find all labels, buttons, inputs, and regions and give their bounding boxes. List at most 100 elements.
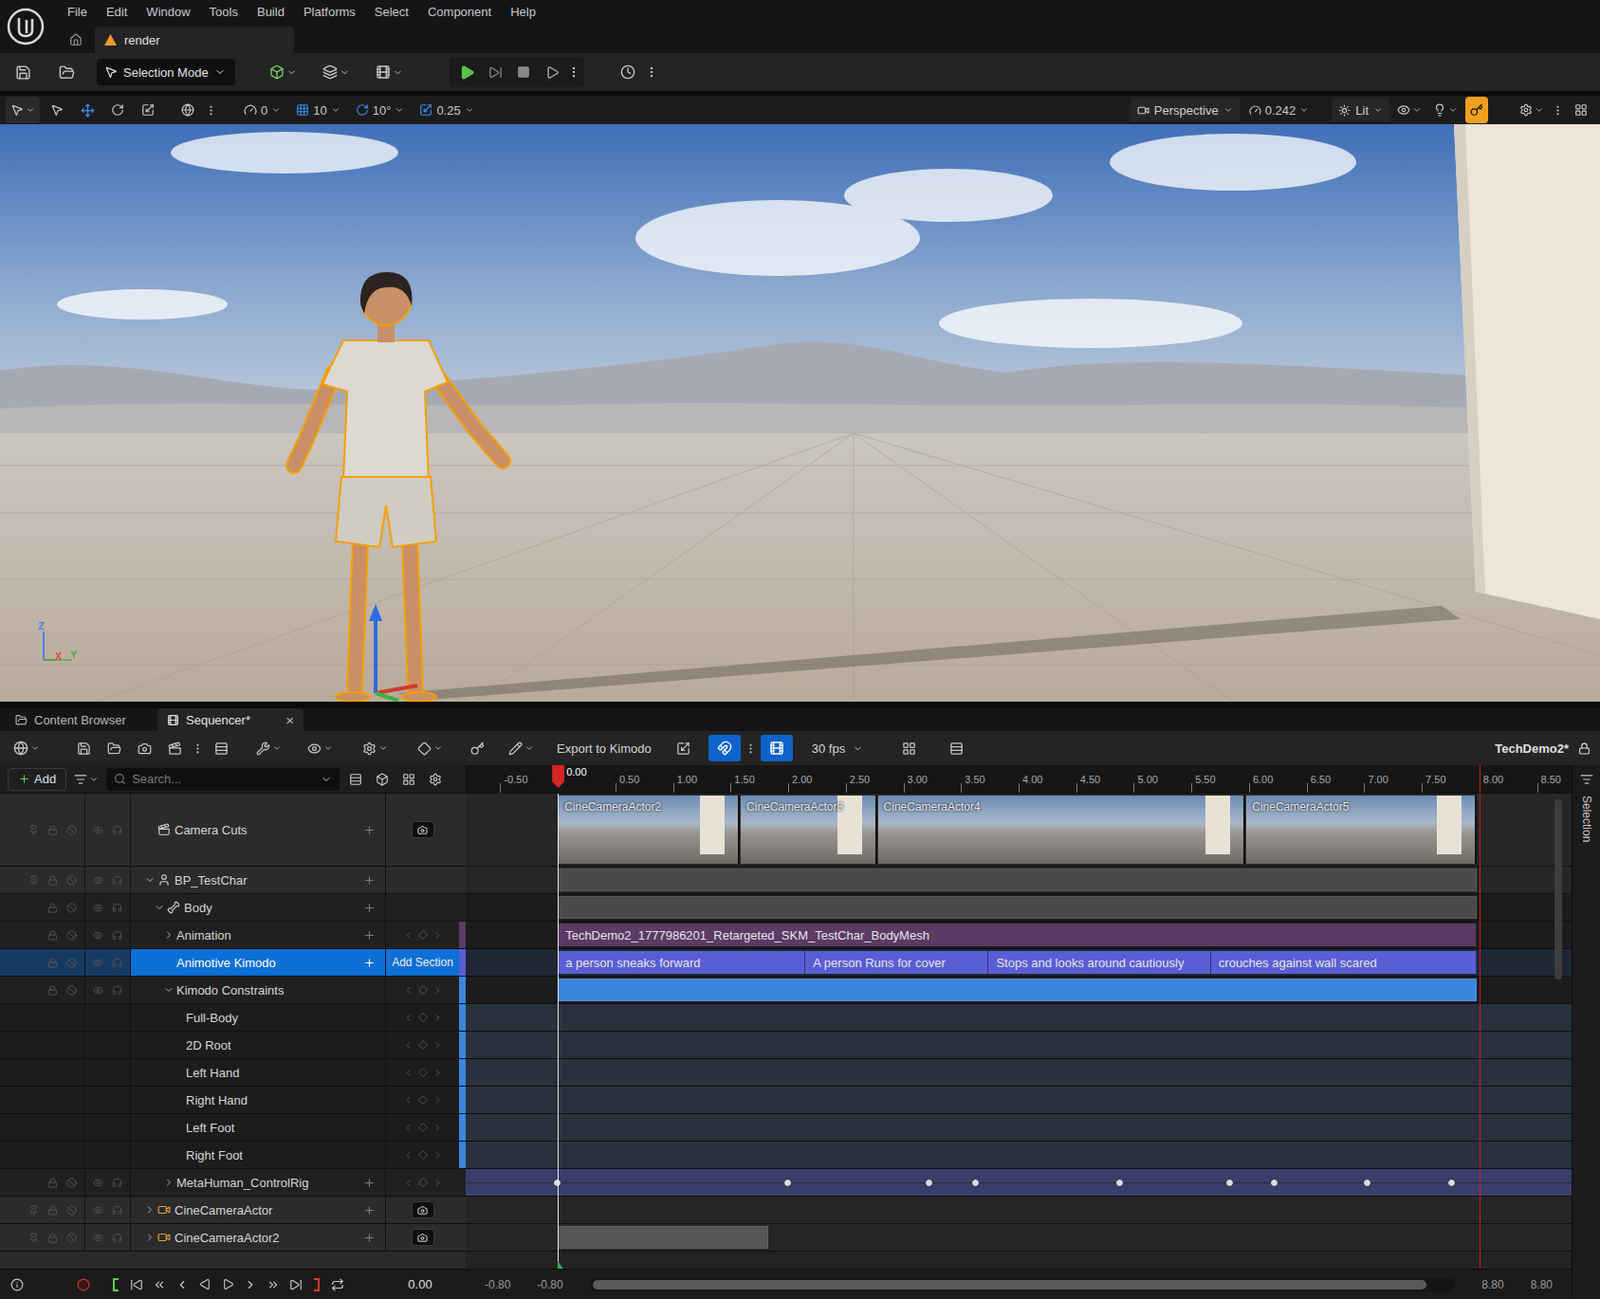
pin-icon[interactable] xyxy=(28,825,39,836)
track-row[interactable]: Full-Body xyxy=(0,1004,1572,1032)
collapse-arrow-icon[interactable] xyxy=(163,984,175,996)
next-key-icon[interactable] xyxy=(432,1122,443,1134)
lock-icon[interactable] xyxy=(47,825,58,836)
viewport-settings-button[interactable] xyxy=(1516,96,1547,124)
collapse-button[interactable] xyxy=(345,766,367,793)
view-end-field[interactable]: 8.80 xyxy=(1481,1278,1504,1292)
track-row[interactable]: CineCameraActor xyxy=(0,1196,1572,1225)
track-name-cell[interactable]: Full-Body xyxy=(130,1004,387,1031)
stop-button[interactable] xyxy=(510,58,537,86)
coordinate-space-button[interactable] xyxy=(174,96,202,124)
solo-icon[interactable] xyxy=(111,902,123,914)
layout-button[interactable] xyxy=(1567,96,1595,124)
previous-frame-button[interactable] xyxy=(172,1271,192,1299)
mute-icon[interactable] xyxy=(66,1232,77,1244)
auto-key-button[interactable] xyxy=(463,735,491,762)
world-button[interactable] xyxy=(9,735,44,762)
tab-close-button[interactable]: × xyxy=(285,712,295,729)
next-key-icon[interactable] xyxy=(432,1067,443,1079)
track-name-cell[interactable]: Right Foot xyxy=(130,1141,387,1169)
mode-select[interactable]: Selection Mode xyxy=(96,58,236,86)
eye-icon[interactable] xyxy=(92,1205,104,1216)
track-name-cell[interactable]: Animation xyxy=(130,921,387,949)
track-row[interactable]: Body xyxy=(0,894,1572,922)
lock-icon[interactable] xyxy=(47,930,58,941)
keyframe[interactable] xyxy=(1115,1178,1124,1188)
track-lane[interactable] xyxy=(465,894,1572,921)
keyframe[interactable] xyxy=(971,1178,980,1188)
lock-icon[interactable] xyxy=(47,985,58,996)
track-lane[interactable] xyxy=(465,1169,1572,1196)
menu-item[interactable]: Tools xyxy=(201,2,247,21)
camera-lock-toggle[interactable] xyxy=(411,821,435,839)
menu-item[interactable]: Platforms xyxy=(294,2,365,21)
track-bar[interactable] xyxy=(557,978,1477,1002)
eye-icon[interactable] xyxy=(92,1232,104,1244)
track-row[interactable]: CineCameraActor2 xyxy=(0,1224,1572,1252)
render-button[interactable] xyxy=(161,735,188,762)
add-key-icon[interactable] xyxy=(418,1012,428,1023)
cinematics-button[interactable] xyxy=(369,58,408,86)
document-tab[interactable]: render xyxy=(94,26,295,54)
menu-item[interactable]: Help xyxy=(501,2,545,21)
track-name-cell[interactable]: Animotive Kimodo xyxy=(130,949,387,976)
jump-end-button[interactable] xyxy=(286,1271,306,1299)
track-section[interactable]: crouches against wall scared xyxy=(1211,951,1478,975)
lock-icon[interactable] xyxy=(47,902,58,914)
time-scrollbar[interactable] xyxy=(589,1278,1456,1292)
rotate-tool[interactable] xyxy=(104,96,131,124)
track-row[interactable]: Left Foot xyxy=(0,1114,1572,1142)
filter-button[interactable] xyxy=(72,766,101,793)
next-key-icon[interactable] xyxy=(432,985,443,996)
track-lane[interactable]: a person sneaks forwardA person Runs for… xyxy=(465,949,1572,976)
add-track-button[interactable] xyxy=(360,1204,378,1217)
move-tool[interactable] xyxy=(73,96,101,124)
track-row[interactable]: Camera CutsCineCameraActor2CineCameraAct… xyxy=(0,793,1572,867)
keyframe[interactable] xyxy=(1447,1178,1456,1188)
camera-lock-toggle[interactable] xyxy=(411,1201,435,1219)
tree-view-button[interactable] xyxy=(942,735,970,762)
lock-icon[interactable] xyxy=(1578,742,1591,755)
expand-arrow-icon[interactable] xyxy=(144,1204,156,1216)
snap-value[interactable]: 0 xyxy=(238,98,287,122)
eye-icon[interactable] xyxy=(92,957,104,969)
track-section[interactable]: A person Runs for cover xyxy=(805,951,989,975)
next-key-icon[interactable] xyxy=(432,930,443,941)
track-name-cell[interactable]: CineCameraActor2 xyxy=(130,1224,387,1251)
snap-toggle[interactable] xyxy=(708,735,741,762)
tools-button[interactable] xyxy=(251,735,286,762)
track-row[interactable]: 2D Root xyxy=(0,1031,1572,1060)
range-end-icon[interactable] xyxy=(309,1277,323,1293)
add-key-icon[interactable] xyxy=(418,930,428,940)
next-key-icon[interactable] xyxy=(432,1012,443,1024)
keyframe[interactable] xyxy=(1269,1178,1279,1188)
select-tool[interactable] xyxy=(43,96,71,124)
track-lane[interactable] xyxy=(465,1086,1572,1114)
track-row[interactable]: Left Hand xyxy=(0,1059,1572,1087)
info-button[interactable] xyxy=(7,1271,27,1299)
play-reverse-button[interactable] xyxy=(195,1271,215,1299)
performance-button[interactable] xyxy=(1429,96,1462,124)
export-to-kimodo-button[interactable]: Export to Kimodo xyxy=(551,735,658,762)
play-button[interactable] xyxy=(453,58,480,86)
add-key-icon[interactable] xyxy=(418,985,428,995)
search-field[interactable]: Search... xyxy=(106,768,340,791)
outliner-settings-button[interactable] xyxy=(424,766,446,793)
panel-tab[interactable]: Content Browser xyxy=(5,708,152,732)
lock-icon[interactable] xyxy=(47,1177,58,1189)
unreal-logo-icon[interactable] xyxy=(6,7,45,46)
eye-icon[interactable] xyxy=(92,985,104,996)
track-name-cell[interactable]: Right Hand xyxy=(130,1086,387,1114)
add-key-icon[interactable] xyxy=(418,1150,428,1160)
track-bar[interactable] xyxy=(557,868,1477,892)
keyframe[interactable] xyxy=(783,1178,792,1188)
snap-tools-button[interactable] xyxy=(670,735,698,762)
previous-key-icon[interactable] xyxy=(403,1150,414,1161)
camera-button[interactable] xyxy=(130,735,158,762)
mute-icon[interactable] xyxy=(66,1177,77,1189)
previous-key-icon[interactable] xyxy=(403,1122,414,1134)
next-key-button[interactable] xyxy=(263,1271,283,1299)
previous-key-icon[interactable] xyxy=(403,1095,414,1106)
lock-icon[interactable] xyxy=(47,957,58,969)
solo-icon[interactable] xyxy=(111,985,123,996)
